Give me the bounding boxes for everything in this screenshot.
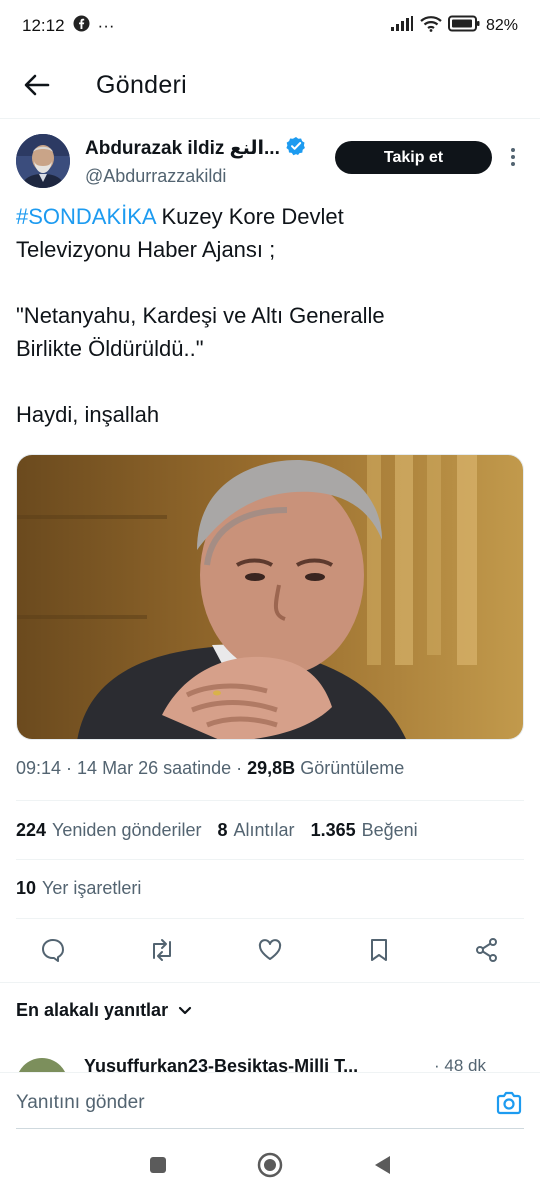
bookmark-stats: 10 Yer işaretleri — [16, 878, 141, 899]
avatar[interactable] — [16, 134, 70, 188]
tweet-line-text: Kuzey Kore Devlet — [155, 204, 344, 229]
page-title: Gönderi — [96, 70, 188, 99]
author-name[interactable]: Abdurazak ildiz النع... — [85, 137, 280, 160]
reposts-count: 224 — [16, 820, 47, 840]
compose-underline — [16, 1128, 524, 1129]
square-icon — [150, 1156, 166, 1173]
divider — [0, 982, 540, 983]
replies-sort-dropdown[interactable]: En alakalı yanıtlar — [16, 1000, 192, 1021]
tweet-actions — [16, 928, 524, 972]
tweet-line: Televizyonu Haber Ajansı ; — [16, 237, 276, 262]
divider — [16, 859, 524, 860]
home-button[interactable] — [256, 1151, 284, 1184]
tweet-author: Abdurazak ildiz النع... @Abdurrazzakildi… — [16, 134, 526, 190]
likes-count: 1.365 — [310, 820, 356, 840]
reply-compose-bar[interactable]: Yanıtını gönder — [0, 1072, 540, 1132]
tweet-text: #SONDAKİKA Kuzey Kore Devlet Televizyonu… — [16, 200, 524, 431]
system-navigation-bar — [0, 1134, 540, 1200]
facebook-icon — [73, 15, 90, 37]
likes-label: Beğeni — [361, 820, 418, 840]
bookmarks-label: Yer işaretleri — [42, 878, 142, 898]
triangle-back-icon — [375, 1155, 390, 1174]
status-bar: 12:12 ··· 82% — [0, 0, 540, 52]
divider — [16, 918, 524, 919]
bookmarks-stat[interactable]: 10 Yer işaretleri — [16, 878, 141, 899]
reposts-label: Yeniden gönderiler — [52, 820, 202, 840]
bookmark-button[interactable] — [364, 935, 394, 965]
chevron-down-icon — [178, 1006, 192, 1014]
divider — [16, 800, 524, 801]
share-icon — [476, 938, 497, 962]
camera-icon — [496, 1091, 522, 1114]
reply-preview[interactable]: Yusuffurkan23-Besiktas-Milli T... · 48 d… — [16, 1052, 524, 1072]
views-count: 29,8B — [247, 758, 296, 778]
dot — [511, 155, 515, 159]
wifi-icon — [420, 15, 442, 37]
tweet-line: Haydi, inşallah — [16, 402, 160, 427]
app-header: Gönderi — [0, 52, 540, 118]
like-button[interactable] — [255, 935, 285, 965]
tweet-image[interactable] — [16, 454, 524, 740]
signal-icon — [390, 15, 414, 37]
camera-button[interactable] — [494, 1088, 524, 1118]
more-options-button[interactable] — [506, 144, 520, 170]
reply-icon — [42, 939, 64, 962]
reposts-stat[interactable]: 224 Yeniden gönderiler — [16, 820, 202, 841]
bookmark-icon — [370, 939, 387, 961]
hashtag-link[interactable]: #SONDAKİKA — [16, 204, 155, 229]
dot — [511, 162, 515, 166]
quotes-count: 8 — [217, 820, 228, 840]
quotes-stat[interactable]: 8 Alıntılar — [218, 820, 295, 841]
status-time: 12:12 — [22, 16, 65, 35]
recent-apps-button[interactable] — [148, 1155, 168, 1180]
likes-stat[interactable]: 1.365 Beğeni — [311, 820, 418, 841]
timestamp: 09:14 · 14 Mar 26 saatinde · — [16, 758, 248, 778]
reply-avatar[interactable] — [16, 1058, 68, 1072]
more-notifications-icon: ··· — [97, 16, 115, 35]
back-button[interactable] — [0, 52, 74, 118]
reply-button[interactable] — [38, 935, 68, 965]
back-nav-button[interactable] — [372, 1154, 392, 1181]
reply-author-name[interactable]: Yusuffurkan23-Besiktas-Milli T... — [84, 1056, 358, 1072]
author-handle[interactable]: @Abdurrazzakildi — [85, 166, 306, 187]
views-label: Görüntüleme — [295, 758, 405, 778]
circle-icon — [257, 1152, 283, 1177]
quotes-label: Alıntılar — [233, 820, 295, 840]
repost-button[interactable] — [147, 935, 177, 965]
replies-sort-label: En alakalı yanıtlar — [16, 1000, 169, 1020]
battery-icon — [447, 15, 480, 37]
tweet-line: "Netanyahu, Kardeşi ve Altı Generalle — [16, 303, 385, 328]
engagement-stats: 224 Yeniden gönderiler 8 Alıntılar 1.365 Be… — [16, 820, 418, 841]
reply-time: · 48 dk — [434, 1056, 486, 1072]
tweet-line: #SONDAKİKA Kuzey Kore Devlet — [16, 200, 524, 233]
tweet-metadata: 09:14 · 14 Mar 26 saatinde · 29,8B Görün… — [16, 758, 404, 779]
verified-badge-icon — [286, 136, 306, 161]
share-button[interactable] — [472, 935, 502, 965]
header-divider — [0, 118, 540, 119]
battery-percent: 82% — [485, 17, 518, 34]
reply-input[interactable]: Yanıtını gönder — [16, 1092, 145, 1114]
arrow-left-icon — [24, 74, 50, 96]
bookmarks-count: 10 — [16, 878, 37, 898]
repost-icon — [152, 939, 171, 961]
tweet-line: Birlikte Öldürüldü.." — [16, 336, 204, 361]
follow-button[interactable]: Takip et — [335, 141, 492, 174]
heart-icon — [258, 939, 282, 960]
dot — [511, 148, 515, 152]
